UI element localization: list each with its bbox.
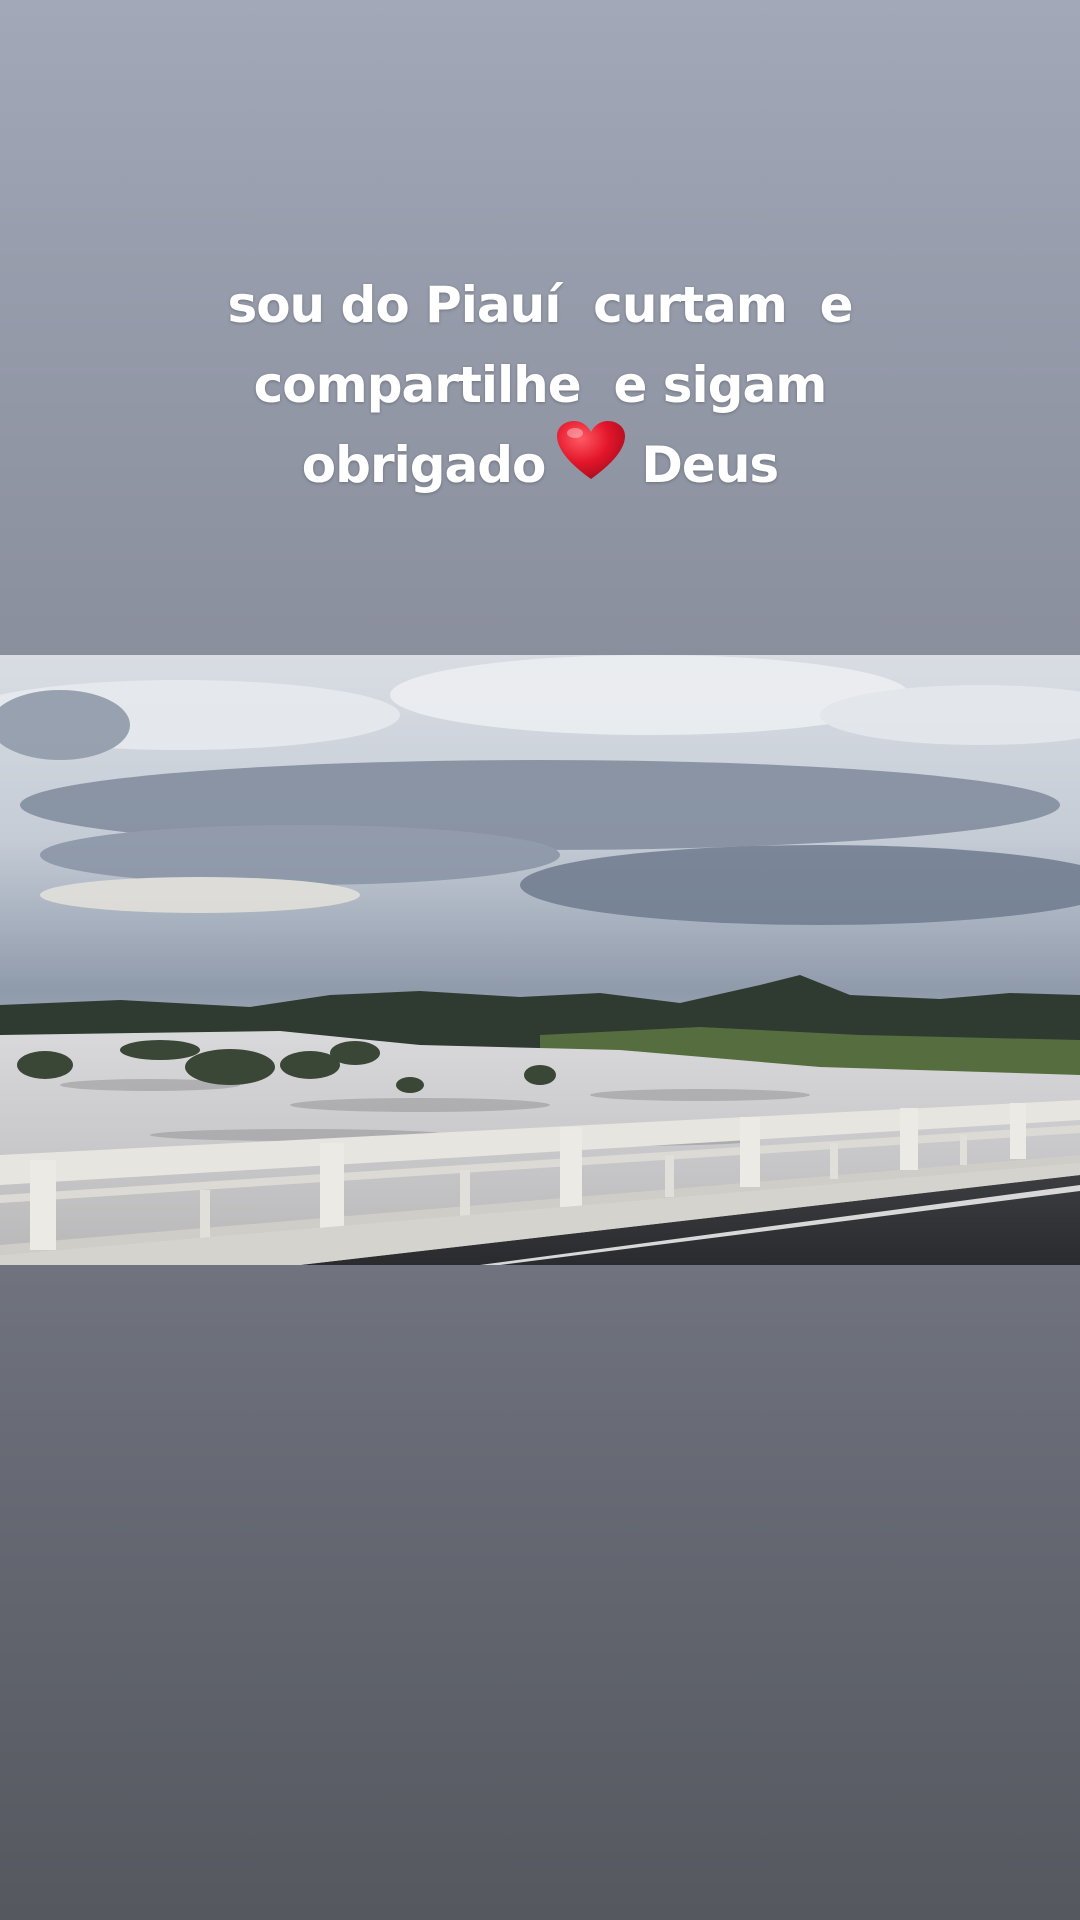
caption-line-3-start: obrigado xyxy=(301,436,547,494)
video-frame[interactable] xyxy=(0,655,1080,1265)
caption-line-3-end: Deus xyxy=(641,436,779,494)
caption-line-1: sou do Piauí curtam e xyxy=(227,276,853,334)
heart-icon xyxy=(555,419,627,506)
clouds xyxy=(0,655,1080,925)
river-bridge-scene xyxy=(0,655,1080,1265)
story-caption: sou do Piauí curtam e compartilhe e siga… xyxy=(0,265,1080,512)
caption-line-3: obrigado Deus xyxy=(0,421,1080,512)
caption-line-2: compartilhe e sigam xyxy=(253,356,828,414)
